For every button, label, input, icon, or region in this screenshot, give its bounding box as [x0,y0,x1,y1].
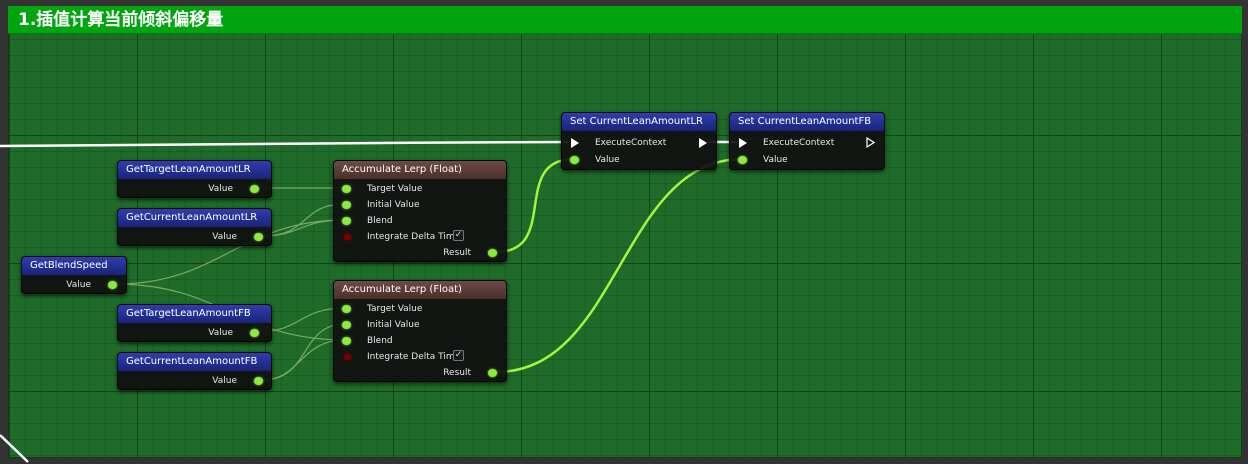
initial-value-pin[interactable] [342,321,351,329]
input-label: Target Value [367,304,423,314]
input-label: Target Value [367,184,423,194]
integrate-delta-time-pin[interactable] [343,233,352,241]
node-get-current-lean-fb[interactable]: GetCurrentLeanAmountFB Value [117,352,272,390]
integrate-delta-time-pin[interactable] [343,353,352,361]
output-label: Value [208,328,233,338]
target-value-pin[interactable] [342,305,351,313]
output-label: Result [443,248,471,258]
node-get-target-lean-lr[interactable]: GetTargetLeanAmountLR Value [117,160,272,198]
node-title: Set CurrentLeanAmountLR [562,113,716,131]
exec-label: ExecuteContext [595,138,667,148]
target-value-pin[interactable] [342,185,351,193]
exec-input-pin[interactable] [571,138,579,148]
exec-label: ExecuteContext [763,138,835,148]
blend-pin[interactable] [342,337,351,345]
input-label: Integrate Delta Time [367,352,461,362]
output-label: Value [208,184,233,194]
wire-result-fb[interactable] [495,157,744,374]
node-title: GetCurrentLeanAmountLR [118,209,271,227]
node-title: GetBlendSpeed [22,257,126,275]
input-label: Blend [367,216,393,226]
node-title: Set CurrentLeanAmountFB [730,113,884,131]
input-label: Integrate Delta Time [367,232,461,242]
node-title: Accumulate Lerp (Float) [334,281,506,299]
node-set-current-lean-fb[interactable]: Set CurrentLeanAmountFB ExecuteContext V… [729,112,885,170]
exec-output-pin[interactable] [866,137,875,148]
node-title: GetTargetLeanAmountFB [118,305,271,323]
node-title: Accumulate Lerp (Float) [334,161,506,179]
input-label: Initial Value [367,200,420,210]
output-label: Value [212,232,237,242]
wire-result-lr[interactable] [495,157,575,254]
node-set-current-lean-lr[interactable]: Set CurrentLeanAmountLR ExecuteContext V… [561,112,717,170]
float-output-pin[interactable] [254,233,263,241]
input-label: Blend [367,336,393,346]
blueprint-graph-canvas[interactable]: 1.插值计算当前倾斜偏移量 GetTargetLeanAmountLR Valu… [0,0,1248,464]
integrate-delta-time-checkbox[interactable]: ✓ [453,230,464,241]
output-label: Value [212,376,237,386]
node-get-blend-speed[interactable]: GetBlendSpeed Value [21,256,127,294]
exec-output-pin[interactable] [699,138,707,148]
result-output-pin[interactable] [488,369,497,377]
node-get-target-lean-fb[interactable]: GetTargetLeanAmountFB Value [117,304,272,342]
node-accumulate-lerp-fb[interactable]: Accumulate Lerp (Float) Target Value Ini… [333,280,507,382]
node-title: GetCurrentLeanAmountFB [118,353,271,371]
value-input-pin[interactable] [738,156,747,164]
exec-input-pin[interactable] [739,138,747,148]
integrate-delta-time-checkbox[interactable]: ✓ [453,350,464,361]
value-label: Value [595,155,620,165]
node-title: GetTargetLeanAmountLR [118,161,271,179]
float-output-pin[interactable] [250,185,259,193]
exec-wire-in[interactable] [0,140,569,148]
float-output-pin[interactable] [250,329,259,337]
blend-pin[interactable] [342,217,351,225]
initial-value-pin[interactable] [342,201,351,209]
output-label: Result [443,368,471,378]
exec-wire-bottom[interactable] [0,434,29,463]
result-output-pin[interactable] [488,249,497,257]
float-output-pin[interactable] [108,281,117,289]
value-input-pin[interactable] [570,156,579,164]
input-label: Initial Value [367,320,420,330]
output-label: Value [66,280,91,290]
node-accumulate-lerp-lr[interactable]: Accumulate Lerp (Float) Target Value Ini… [333,160,507,262]
value-label: Value [763,155,788,165]
float-output-pin[interactable] [254,377,263,385]
node-get-current-lean-lr[interactable]: GetCurrentLeanAmountLR Value [117,208,272,246]
